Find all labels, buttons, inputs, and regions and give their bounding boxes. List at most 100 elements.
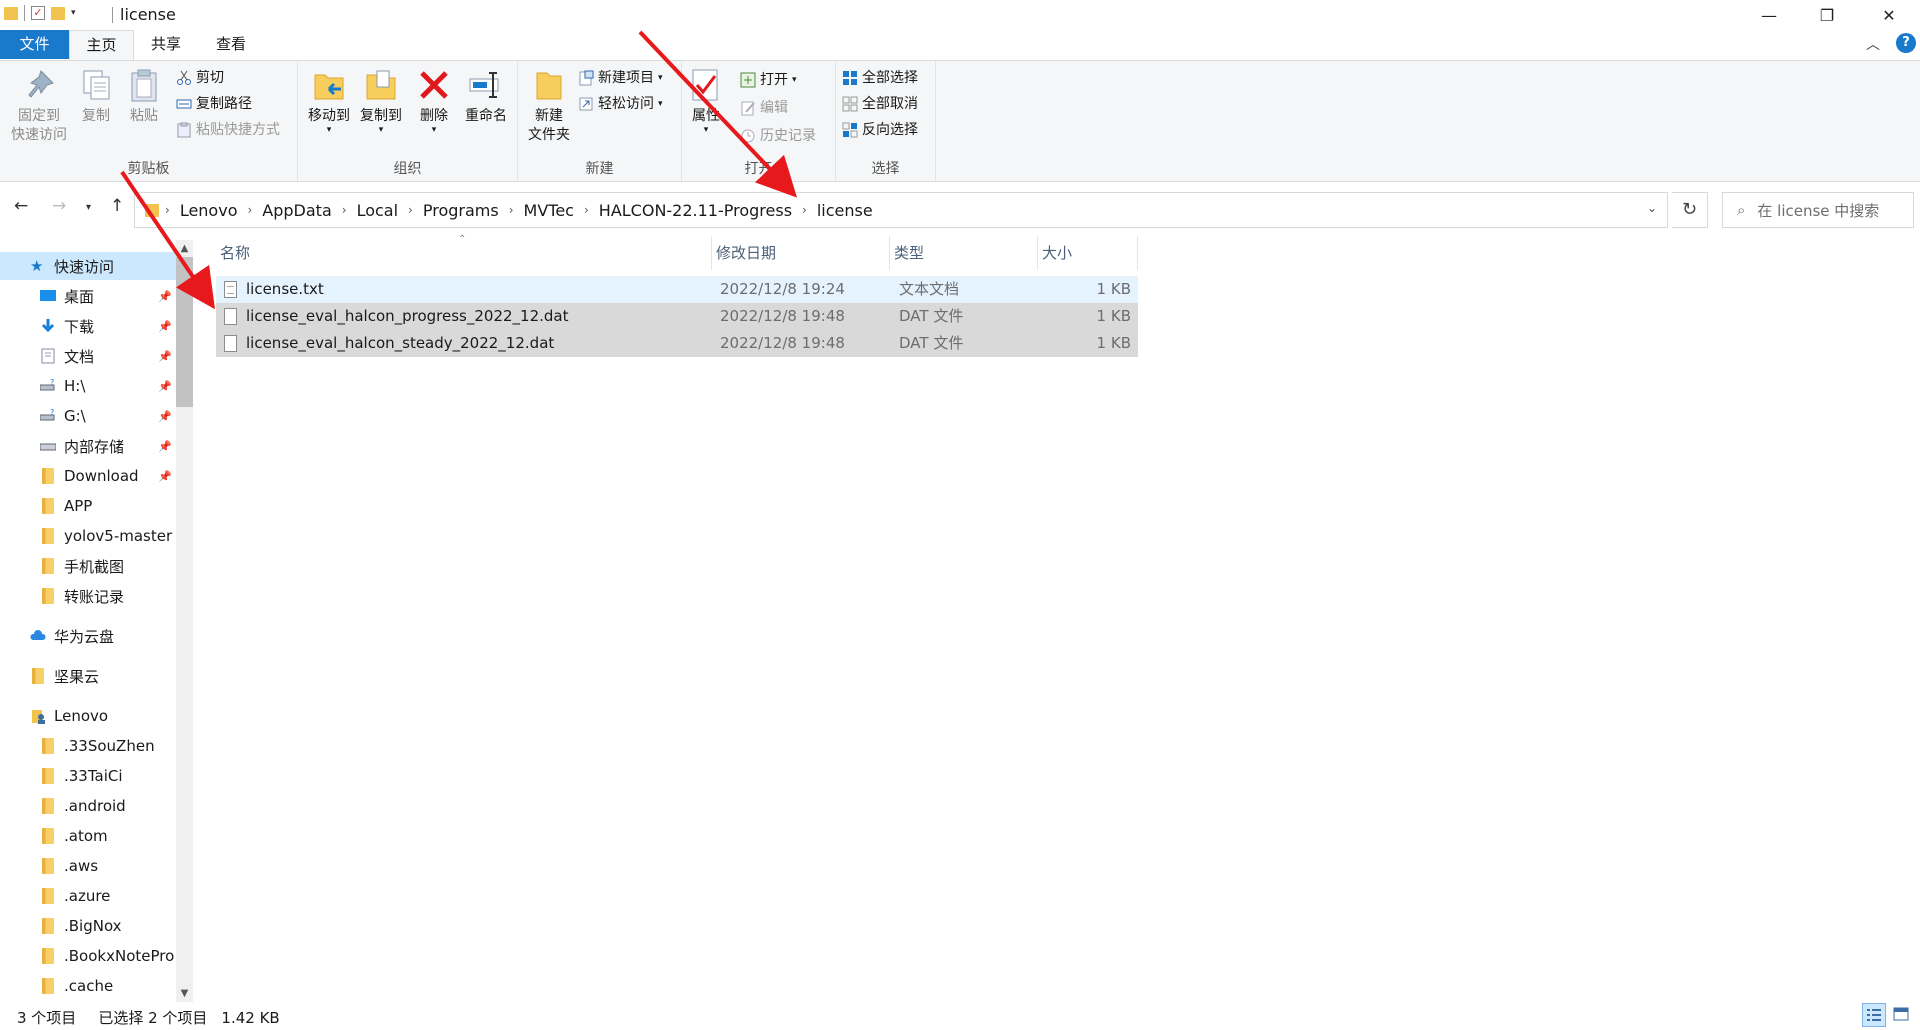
properties-button[interactable]: 属性 ▾ [686, 67, 726, 135]
clipboard-group-label: 剪贴板 [127, 161, 170, 177]
pin-icon[interactable]: 📌 [158, 320, 172, 333]
ribbon-tabs: 文件 主页 共享 查看 ︿ ? [0, 30, 1920, 61]
paste-shortcut-button[interactable]: 粘贴快捷方式 [176, 119, 280, 141]
delete-button[interactable]: 删除 ▾ [412, 67, 456, 135]
new-item-button[interactable]: 新建项目 ▾ [578, 67, 663, 89]
table-row[interactable]: license_eval_halcon_progress_2022_12.dat… [216, 303, 1138, 330]
breadcrumb-license[interactable]: license [807, 201, 883, 220]
easy-access-button[interactable]: 轻松访问 ▾ [578, 93, 663, 115]
nav-folder-aws[interactable]: .aws [0, 852, 176, 880]
pin-icon[interactable]: 📌 [158, 470, 172, 483]
nav-downloads[interactable]: 下载 📌 [0, 312, 176, 340]
tab-view[interactable]: 查看 [202, 30, 260, 59]
cut-button[interactable]: 剪切 [176, 67, 224, 89]
help-icon[interactable]: ? [1896, 33, 1916, 53]
select-all-button[interactable]: 全部选择 [842, 67, 918, 89]
column-header-type[interactable]: 类型 [890, 236, 1038, 270]
address-history-chevron-icon[interactable]: ⌄ [1647, 201, 1657, 215]
breadcrumb-appdata[interactable]: AppData [252, 201, 341, 220]
nav-transfer-records[interactable]: 转账记录 [0, 582, 176, 610]
pin-icon[interactable]: 📌 [158, 290, 172, 303]
history-button[interactable]: 历史记录 [740, 125, 816, 147]
select-none-button[interactable]: 全部取消 [842, 93, 918, 115]
nav-app[interactable]: APP [0, 492, 176, 520]
refresh-icon[interactable]: ↻ [1672, 192, 1708, 228]
maximize-button[interactable]: ❐ [1798, 0, 1856, 30]
forward-arrow-icon[interactable]: → [52, 196, 66, 216]
new-folder-button[interactable]: 新建 文件夹 [524, 67, 574, 145]
column-header-date[interactable]: 修改日期 [712, 236, 890, 270]
copy-path-button[interactable]: 复制路径 [176, 93, 252, 115]
large-icons-view-icon[interactable] [1890, 1003, 1914, 1027]
nav-label: yolov5-master [64, 527, 173, 545]
nav-documents[interactable]: 文档 📌 [0, 342, 176, 370]
nav-quick-access[interactable]: ★ 快速访问 [0, 252, 176, 280]
nav-phone-screenshots[interactable]: 手机截图 [0, 552, 176, 580]
new-folder-icon[interactable] [51, 6, 65, 20]
nav-jianguo-cloud[interactable]: 坚果云 [0, 662, 176, 690]
nav-folder-azure[interactable]: .azure [0, 882, 176, 910]
copy-to-icon [363, 67, 399, 103]
nav-folder-33souzhen[interactable]: .33SouZhen [0, 732, 176, 760]
pin-icon[interactable]: 📌 [158, 350, 172, 363]
details-view-icon[interactable] [1862, 1003, 1886, 1027]
table-row[interactable]: license.txt 2022/12/8 19:24 文本文档 1 KB [216, 276, 1138, 303]
paste-button[interactable]: 粘贴 [122, 67, 166, 126]
copy-button[interactable]: 复制 [74, 67, 118, 126]
breadcrumb-lenovo[interactable]: Lenovo [170, 201, 248, 220]
scroll-down-icon[interactable]: ▼ [176, 985, 193, 1002]
invert-selection-button[interactable]: 反向选择 [842, 119, 918, 141]
breadcrumb-programs[interactable]: Programs [413, 201, 509, 220]
nav-drive-h[interactable]: ? H:\ 📌 [0, 372, 176, 400]
nav-label: .BookxNotePro [64, 947, 175, 965]
nav-folder-android[interactable]: .android [0, 792, 176, 820]
edit-button[interactable]: 编辑 [740, 97, 788, 119]
up-arrow-icon[interactable]: ↑ [110, 196, 124, 216]
properties-check-icon[interactable]: ✓ [31, 6, 45, 20]
nav-lenovo-user[interactable]: Lenovo [0, 702, 176, 730]
customize-toolbar-icon[interactable]: ▾ [71, 8, 76, 18]
nav-desktop[interactable]: 桌面 📌 [0, 282, 176, 310]
pin-icon[interactable]: 📌 [158, 440, 172, 453]
back-arrow-icon[interactable]: ← [14, 196, 28, 216]
move-to-button[interactable]: 移动到 ▾ [304, 67, 354, 135]
minimize-button[interactable]: — [1740, 0, 1798, 30]
column-header-size[interactable]: 大小 [1038, 236, 1138, 270]
collapse-ribbon-icon[interactable]: ︿ [1866, 34, 1880, 54]
tab-home[interactable]: 主页 [69, 30, 134, 61]
tab-share[interactable]: 共享 [137, 30, 195, 59]
nav-folder-bignox[interactable]: .BigNox [0, 912, 176, 940]
nav-folder-bookxnotepro[interactable]: .BookxNotePro [0, 942, 176, 970]
nav-folder-33taici[interactable]: .33TaiCi [0, 762, 176, 790]
recent-locations-icon[interactable]: ▾ [86, 202, 91, 213]
nav-huawei-cloud[interactable]: 华为云盘 [0, 622, 176, 650]
address-bar[interactable]: › Lenovo › AppData › Local › Programs › … [134, 192, 1668, 228]
close-button[interactable]: ✕ [1860, 0, 1918, 30]
scrollbar-thumb[interactable] [176, 257, 193, 407]
nav-internal-storage[interactable]: 内部存储 📌 [0, 432, 176, 460]
pin-icon[interactable]: 📌 [158, 410, 172, 423]
nav-folder-atom[interactable]: .atom [0, 822, 176, 850]
pin-to-quick-access-button[interactable]: 固定到 快速访问 [8, 67, 70, 145]
open-group-label: 打开 [744, 161, 773, 177]
new-folder-label-1: 新建 [535, 108, 563, 124]
nav-drive-g[interactable]: ? G:\ 📌 [0, 402, 176, 430]
rename-button[interactable]: 重命名 [460, 67, 512, 126]
table-row[interactable]: license_eval_halcon_steady_2022_12.dat 2… [216, 330, 1138, 357]
nav-yolov5-master[interactable]: yolov5-master [0, 522, 176, 550]
copy-to-button[interactable]: 复制到 ▾ [356, 67, 406, 135]
search-box[interactable]: ⌕ 在 license 中搜索 [1722, 192, 1914, 228]
breadcrumb-halcon[interactable]: HALCON-22.11-Progress [589, 201, 802, 220]
nav-folder-cache[interactable]: .cache [0, 972, 176, 1000]
svg-text:?: ? [50, 378, 54, 387]
breadcrumb-mvtec[interactable]: MVTec [514, 201, 584, 220]
tab-file[interactable]: 文件 [0, 30, 69, 59]
nav-scrollbar[interactable]: ▲ ▼ [176, 240, 193, 1002]
file-name: license_eval_halcon_progress_2022_12.dat [246, 307, 569, 325]
nav-download-folder[interactable]: Download 📌 [0, 462, 176, 490]
open-button[interactable]: 打开 ▾ [740, 69, 797, 91]
pin-icon[interactable]: 📌 [158, 380, 172, 393]
pin-label-1: 固定到 [18, 108, 60, 124]
scroll-up-icon[interactable]: ▲ [176, 240, 193, 257]
breadcrumb-local[interactable]: Local [347, 201, 408, 220]
